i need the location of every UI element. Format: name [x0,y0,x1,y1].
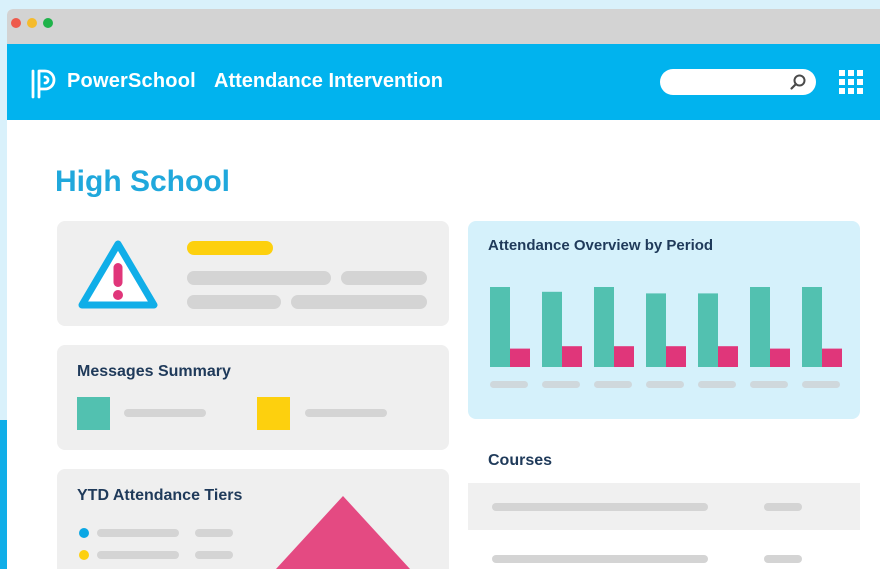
search-icon[interactable] [789,73,807,91]
card-title: YTD Attendance Tiers [77,487,243,504]
tier-value-placeholder [195,529,233,537]
bar-present [802,287,822,367]
legend-label-placeholder [305,409,387,417]
course-name-placeholder [492,503,708,511]
bar-absent [666,346,686,367]
legend-label-placeholder [124,409,206,417]
bar-absent [770,348,790,367]
bar-absent [562,346,582,367]
tier-value-placeholder [195,551,233,559]
x-tick-label-placeholder [802,381,840,388]
courses-title: Courses [488,452,553,469]
app-header: PowerSchool Attendance Intervention [7,44,880,120]
text-placeholder [341,271,427,285]
x-tick-label-placeholder [646,381,684,388]
bar-absent [822,348,842,367]
tier-dot-blue [79,528,89,538]
bar-present [542,291,562,367]
alert-highlight-placeholder [187,241,273,255]
bar-absent [614,346,634,367]
legend-swatch-teal [77,397,110,430]
text-placeholder [291,295,427,309]
bar-present [698,293,718,367]
maximize-window-button[interactable] [43,18,53,28]
x-tick-label-placeholder [698,381,736,388]
messages-summary-card[interactable]: Messages Summary [57,345,449,450]
powerschool-logo-icon [31,69,56,99]
tier-dot-yellow [79,550,89,560]
attendance-overview-card[interactable]: Attendance Overview by Period [468,221,860,419]
course-value-placeholder [764,555,802,563]
course-name-placeholder [492,555,708,563]
text-placeholder [187,271,331,285]
course-row[interactable] [468,483,860,530]
warning-triangle-icon [78,240,158,309]
x-tick-label-placeholder [594,381,632,388]
x-tick-label-placeholder [542,381,580,388]
x-tick-label-placeholder [750,381,788,388]
card-title: Messages Summary [77,363,231,380]
bar-absent [510,348,530,367]
brand-name[interactable]: PowerSchool [67,70,196,93]
bar-absent [718,346,738,367]
browser-window: PowerSchool Attendance Intervention High… [7,9,880,569]
chart-title: Attendance Overview by Period [488,237,714,254]
legend-swatch-yellow [257,397,290,430]
bar-present [646,293,666,367]
tier-label-placeholder [97,529,179,537]
bar-present [750,287,770,367]
bar-present [594,287,614,367]
app-title: Attendance Intervention [214,70,443,92]
tier-label-placeholder [97,551,179,559]
course-row[interactable] [468,539,860,569]
decorative-triangle [276,496,410,569]
grid-apps-icon[interactable] [839,70,863,94]
course-value-placeholder [764,503,802,511]
alert-card[interactable] [57,221,449,326]
minimize-window-button[interactable] [27,18,37,28]
close-window-button[interactable] [11,18,21,28]
window-titlebar [7,9,880,44]
text-placeholder [187,295,281,309]
x-tick-label-placeholder [490,381,528,388]
page-title: High School [55,165,230,198]
bar-present [490,287,510,367]
